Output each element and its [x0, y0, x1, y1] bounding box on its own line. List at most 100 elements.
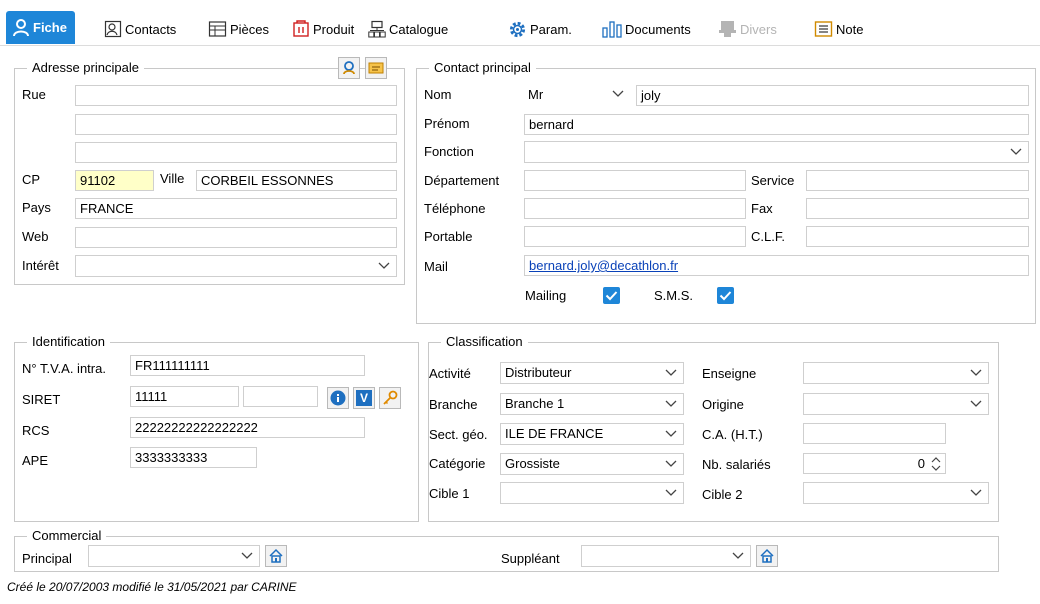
verify-icon: V: [356, 390, 372, 406]
sect-select[interactable]: ILE DE FRANCE: [500, 423, 684, 445]
tab-bar: Fiche Contacts Pièces Produit Catalogue …: [0, 0, 1040, 46]
tva-label: N° T.V.A. intra.: [22, 361, 106, 376]
verify-button[interactable]: V: [353, 387, 375, 409]
departement-input[interactable]: [524, 170, 746, 191]
service-input[interactable]: [806, 170, 1029, 191]
enseigne-select[interactable]: [803, 362, 989, 384]
rcs-input[interactable]: 22222222222222222: [130, 417, 365, 438]
product-icon: [293, 20, 309, 37]
tab-contacts[interactable]: Contacts: [104, 14, 176, 44]
departement-label: Département: [424, 173, 500, 188]
enseigne-label: Enseigne: [702, 366, 757, 381]
service-label: Service: [751, 173, 795, 188]
cible2-select[interactable]: [803, 482, 989, 504]
checkmark-icon: [605, 291, 618, 301]
documents-table-icon: [208, 21, 227, 37]
person-icon: [13, 18, 29, 36]
cp-input[interactable]: 91102: [75, 170, 154, 191]
key-button[interactable]: [379, 387, 401, 409]
rue-input-2[interactable]: [75, 114, 397, 135]
principal-home-button[interactable]: [265, 545, 287, 567]
siret-input-1[interactable]: 11111: [130, 386, 239, 407]
clf-input[interactable]: [806, 226, 1029, 247]
categorie-label: Catégorie: [429, 456, 486, 471]
fonction-label: Fonction: [424, 144, 474, 159]
portable-label: Portable: [424, 229, 473, 244]
sect-value: ILE DE FRANCE: [505, 426, 604, 441]
telephone-input[interactable]: [524, 198, 746, 219]
nom-input[interactable]: joly: [636, 85, 1029, 106]
branche-select[interactable]: Branche 1: [500, 393, 684, 415]
categorie-select[interactable]: Grossiste: [500, 453, 684, 475]
tab-fiche[interactable]: Fiche: [6, 11, 75, 44]
gear-icon: [509, 21, 526, 37]
ville-label: Ville: [160, 171, 185, 186]
siret-label: SIRET: [22, 392, 61, 407]
tab-label: Note: [836, 21, 864, 37]
tab-label: Param.: [530, 21, 572, 37]
rue-label: Rue: [22, 87, 46, 102]
cible2-label: Cible 2: [702, 487, 743, 502]
salaries-spinner[interactable]: 0: [803, 453, 946, 474]
tab-divers[interactable]: Divers: [718, 14, 777, 44]
tab-produit[interactable]: Produit: [292, 14, 354, 44]
address-card-icon: [368, 62, 384, 74]
telephone-label: Téléphone: [424, 201, 486, 216]
identification-legend: Identification: [27, 334, 110, 350]
principal-select[interactable]: [88, 545, 260, 567]
activite-value: Distributeur: [505, 365, 572, 380]
tab-documents[interactable]: Documents: [602, 14, 691, 44]
ville-input[interactable]: CORBEIL ESSONNES: [196, 170, 397, 191]
ape-input[interactable]: 3333333333: [130, 447, 257, 468]
home-icon: [760, 548, 774, 563]
contact-group: Contact principal: [416, 60, 1036, 324]
fax-input[interactable]: [806, 198, 1029, 219]
branche-label: Branche: [429, 397, 478, 412]
chevron-down-icon: [665, 489, 677, 496]
civilite-select[interactable]: Mr: [524, 84, 630, 106]
ca-input[interactable]: [803, 423, 946, 444]
tab-label: Contacts: [125, 21, 177, 37]
catalogue-icon: [368, 20, 386, 38]
suppleant-select[interactable]: [581, 545, 751, 567]
activite-select[interactable]: Distributeur: [500, 362, 684, 384]
siret-input-2[interactable]: [243, 386, 318, 407]
prenom-input[interactable]: bernard: [524, 114, 1029, 135]
info-button[interactable]: [327, 387, 349, 409]
mail-input[interactable]: bernard.joly@decathlon.fr: [524, 255, 1029, 276]
address-legend: Adresse principale: [27, 60, 144, 76]
chevron-down-icon: [612, 90, 624, 97]
sms-checkbox[interactable]: [717, 287, 734, 304]
nom-label: Nom: [424, 87, 452, 102]
civilite-value: Mr: [528, 87, 544, 102]
origine-select[interactable]: [803, 393, 989, 415]
portable-input[interactable]: [524, 226, 746, 247]
interet-select[interactable]: [75, 255, 397, 277]
tab-label: Catalogue: [389, 21, 449, 37]
chevron-down-icon: [732, 552, 744, 559]
contacts-icon: [104, 20, 122, 38]
fonction-select[interactable]: [524, 141, 1029, 163]
mailing-checkbox[interactable]: [603, 287, 620, 304]
address-card-button[interactable]: [365, 57, 387, 79]
commercial-legend: Commercial: [27, 528, 107, 544]
tva-input[interactable]: FR111111111: [130, 355, 365, 376]
record-history-text: Créé le 20/07/2003 modifié le 31/05/2021…: [7, 580, 297, 594]
tab-param[interactable]: Param.: [508, 14, 572, 44]
cible1-label: Cible 1: [429, 486, 470, 501]
suppleant-home-button[interactable]: [756, 545, 778, 567]
web-input[interactable]: [75, 227, 397, 248]
rue-input-3[interactable]: [75, 142, 397, 163]
checkmark-icon: [719, 291, 732, 301]
spinner-arrows-icon[interactable]: [931, 457, 941, 471]
pays-input[interactable]: FRANCE: [75, 198, 397, 219]
tab-catalogue[interactable]: Catalogue: [368, 14, 448, 44]
tab-note[interactable]: Note: [814, 14, 863, 44]
chevron-down-icon: [970, 400, 982, 407]
tab-pieces[interactable]: Pièces: [208, 14, 269, 44]
chevron-down-icon: [970, 489, 982, 496]
tab-label: Pièces: [230, 21, 270, 37]
cible1-select[interactable]: [500, 482, 684, 504]
rue-input-1[interactable]: [75, 85, 397, 106]
map-pin-button[interactable]: [338, 57, 360, 79]
